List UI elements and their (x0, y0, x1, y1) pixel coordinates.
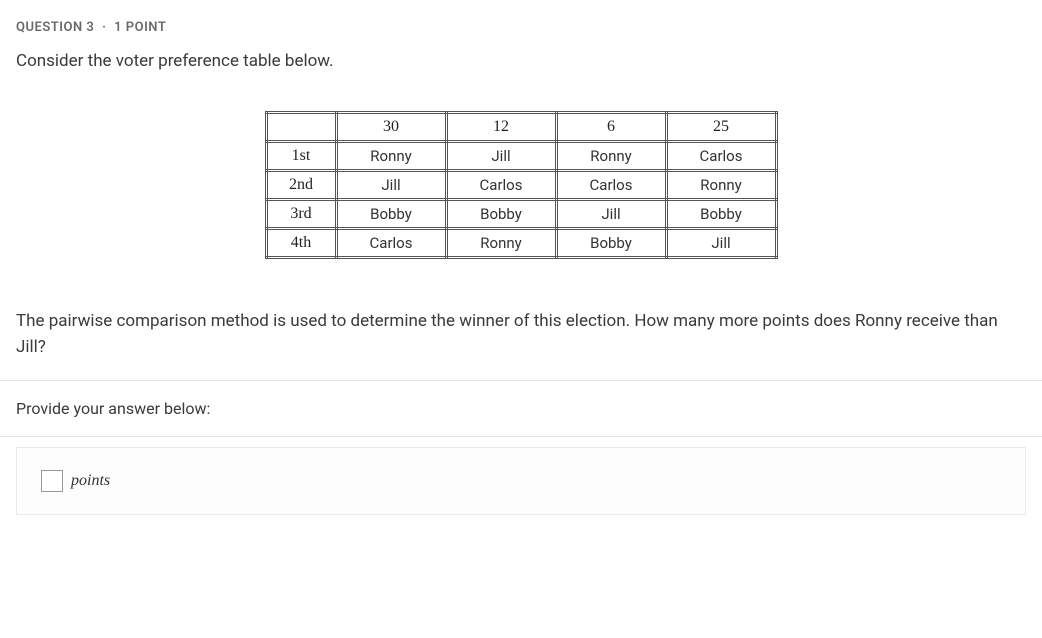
table-cell: Carlos (336, 229, 446, 258)
divider (0, 436, 1042, 437)
table-cell: Ronny (446, 229, 556, 258)
table-cell: Jill (446, 142, 556, 171)
table-cell: Carlos (446, 171, 556, 200)
answer-box: points (16, 447, 1026, 515)
row-label: 4th (266, 229, 336, 258)
provide-answer-label: Provide your answer below: (0, 381, 1042, 436)
table-cell: Bobby (666, 200, 776, 229)
separator-dot: · (102, 20, 106, 35)
table-header-cell (266, 113, 336, 142)
table-header-cell: 6 (556, 113, 666, 142)
preference-table: 30 12 6 25 1st Ronny Jill Ronny Carlos 2… (265, 111, 778, 259)
table-cell: Ronny (556, 142, 666, 171)
question-number: QUESTION 3 (16, 20, 94, 35)
answer-input[interactable] (41, 470, 63, 492)
answer-unit: points (71, 472, 110, 490)
table-header-row: 30 12 6 25 (266, 113, 776, 142)
question-points: 1 POINT (114, 20, 166, 35)
table-cell: Jill (666, 229, 776, 258)
row-label: 3rd (266, 200, 336, 229)
table-row: 1st Ronny Jill Ronny Carlos (266, 142, 776, 171)
table-cell: Jill (336, 171, 446, 200)
table-cell: Bobby (556, 229, 666, 258)
table-row: 4th Carlos Ronny Bobby Jill (266, 229, 776, 258)
question-prompt: The pairwise comparison method is used t… (0, 299, 1042, 380)
table-row: 2nd Jill Carlos Carlos Ronny (266, 171, 776, 200)
row-label: 1st (266, 142, 336, 171)
table-cell: Bobby (446, 200, 556, 229)
table-cell: Carlos (666, 142, 776, 171)
intro-text: Consider the voter preference table belo… (0, 43, 1042, 101)
preference-table-wrap: 30 12 6 25 1st Ronny Jill Ronny Carlos 2… (0, 101, 1042, 299)
table-cell: Jill (556, 200, 666, 229)
row-label: 2nd (266, 171, 336, 200)
table-cell: Bobby (336, 200, 446, 229)
table-header-cell: 12 (446, 113, 556, 142)
table-header-cell: 30 (336, 113, 446, 142)
table-header-cell: 25 (666, 113, 776, 142)
question-header: QUESTION 3 · 1 POINT (0, 0, 1042, 43)
table-row: 3rd Bobby Bobby Jill Bobby (266, 200, 776, 229)
table-cell: Ronny (666, 171, 776, 200)
table-cell: Ronny (336, 142, 446, 171)
table-cell: Carlos (556, 171, 666, 200)
